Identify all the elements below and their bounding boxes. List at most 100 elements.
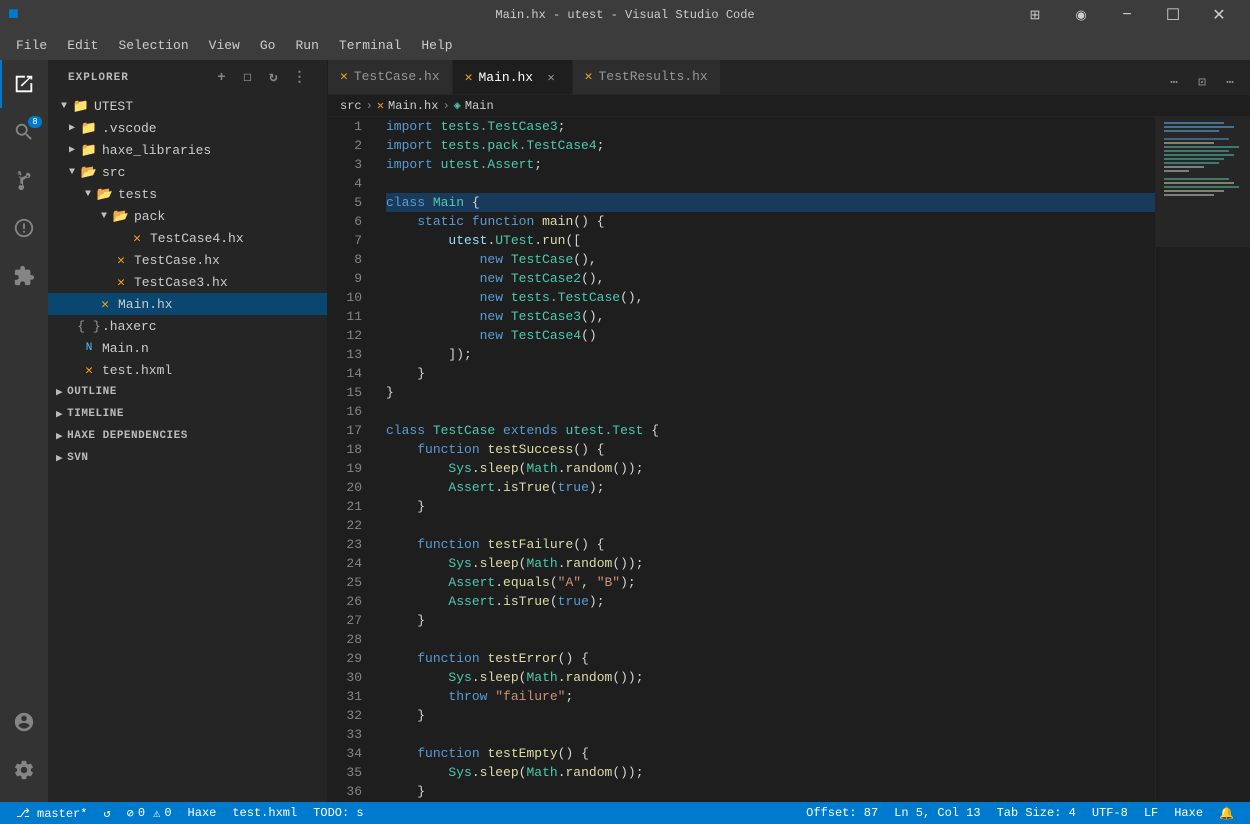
activity-settings[interactable]: [0, 746, 48, 794]
code-line[interactable]: new TestCase(),: [386, 250, 1155, 269]
status-line-ending[interactable]: LF: [1136, 802, 1166, 824]
tab-testcase[interactable]: ✕ TestCase.hx: [328, 60, 453, 94]
code-line[interactable]: [386, 516, 1155, 535]
status-language[interactable]: Haxe: [1166, 802, 1211, 824]
tree-item-test-hxml[interactable]: ✕ test.hxml: [48, 359, 327, 381]
code-line[interactable]: function testError() {: [386, 649, 1155, 668]
activity-search[interactable]: 8: [0, 108, 48, 156]
status-bell[interactable]: 🔔: [1211, 802, 1242, 824]
code-line[interactable]: function testSuccess() {: [386, 440, 1155, 459]
menu-edit[interactable]: Edit: [59, 34, 106, 57]
code-line[interactable]: new TestCase4(): [386, 326, 1155, 345]
code-line[interactable]: }: [386, 364, 1155, 383]
menu-go[interactable]: Go: [252, 34, 284, 57]
activity-extensions[interactable]: [0, 252, 48, 300]
tab-main[interactable]: ✕ Main.hx ✕: [453, 60, 573, 94]
maximize-button[interactable]: ☐: [1150, 0, 1196, 30]
new-file-btn[interactable]: +: [211, 67, 233, 89]
code-line[interactable]: Assert.equals("A", "B");: [386, 573, 1155, 592]
breadcrumb-file[interactable]: Main.hx: [388, 99, 438, 113]
activity-source-control[interactable]: [0, 156, 48, 204]
tree-item-testcase4[interactable]: ✕ TestCase4.hx: [48, 227, 327, 249]
code-line[interactable]: [386, 725, 1155, 744]
tree-item-testcase[interactable]: ✕ TestCase.hx: [48, 249, 327, 271]
tree-item-main-n[interactable]: N Main.n: [48, 337, 327, 359]
status-tab-size[interactable]: Tab Size: 4: [989, 802, 1084, 824]
section-svn[interactable]: ▶ SVN: [48, 447, 327, 469]
tree-item-tests[interactable]: ▼ 📂 tests: [48, 183, 327, 205]
layout-icon[interactable]: ⊞: [1012, 0, 1058, 30]
menu-selection[interactable]: Selection: [110, 34, 196, 57]
code-line[interactable]: utest.UTest.run([: [386, 231, 1155, 250]
code-line[interactable]: }: [386, 497, 1155, 516]
section-outline[interactable]: ▶ OUTLINE: [48, 381, 327, 403]
code-line[interactable]: }: [386, 383, 1155, 402]
activity-accounts[interactable]: [0, 698, 48, 746]
code-line[interactable]: ]);: [386, 345, 1155, 364]
code-line[interactable]: class Main {: [386, 193, 1155, 212]
tree-item-pack[interactable]: ▼ 📂 pack: [48, 205, 327, 227]
tree-item-testcase3[interactable]: ✕ TestCase3.hx: [48, 271, 327, 293]
menu-terminal[interactable]: Terminal: [331, 34, 409, 57]
tree-item-haxerc[interactable]: { } .haxerc: [48, 315, 327, 337]
tree-item-vscode[interactable]: ▶ 📁 .vscode: [48, 117, 327, 139]
code-line[interactable]: Sys.sleep(Math.random());: [386, 554, 1155, 573]
tab-main-close[interactable]: ✕: [543, 69, 559, 85]
code-line[interactable]: new tests.TestCase(),: [386, 288, 1155, 307]
status-haxe[interactable]: Haxe: [180, 802, 225, 824]
code-line[interactable]: static function main() {: [386, 212, 1155, 231]
code-line[interactable]: }: [386, 611, 1155, 630]
status-git-branch[interactable]: ⎇ master*: [8, 802, 95, 824]
close-button[interactable]: ✕: [1196, 0, 1242, 30]
menu-view[interactable]: View: [201, 34, 248, 57]
minimize-button[interactable]: −: [1104, 0, 1150, 30]
code-line[interactable]: }: [386, 706, 1155, 725]
tree-item-src[interactable]: ▼ 📂 src: [48, 161, 327, 183]
code-line[interactable]: function testFailure() {: [386, 535, 1155, 554]
status-errors[interactable]: ⊘ 0 ⚠ 0: [119, 802, 180, 824]
new-folder-btn[interactable]: ◻: [237, 67, 259, 89]
code-line[interactable]: [386, 402, 1155, 421]
code-line[interactable]: import tests.TestCase3;: [386, 117, 1155, 136]
tree-root[interactable]: ▼ 📁 UTEST: [48, 95, 327, 117]
menu-help[interactable]: Help: [413, 34, 460, 57]
menu-run[interactable]: Run: [287, 34, 326, 57]
code-line[interactable]: Assert.isTrue(true);: [386, 478, 1155, 497]
code-line[interactable]: Assert.isTrue(true);: [386, 592, 1155, 611]
tree-item-haxe-libraries[interactable]: ▶ 📁 haxe_libraries: [48, 139, 327, 161]
split-editor-btn[interactable]: ⋯: [1162, 70, 1186, 94]
section-timeline[interactable]: ▶ TIMELINE: [48, 403, 327, 425]
code-line[interactable]: import utest.Assert;: [386, 155, 1155, 174]
status-offset[interactable]: Offset: 87: [798, 802, 886, 824]
code-line[interactable]: function testEmpty() {: [386, 744, 1155, 763]
refresh-btn[interactable]: ↻: [263, 67, 285, 89]
tree-item-main[interactable]: ✕ Main.hx: [48, 293, 327, 315]
breadcrumb-symbol[interactable]: Main: [465, 99, 494, 113]
code-line[interactable]: import tests.pack.TestCase4;: [386, 136, 1155, 155]
status-todo[interactable]: TODO: s: [305, 802, 371, 824]
code-line[interactable]: new TestCase3(),: [386, 307, 1155, 326]
breadcrumb-src[interactable]: src: [340, 99, 362, 113]
collapse-btn[interactable]: ⋮: [289, 67, 311, 89]
activity-debug[interactable]: [0, 204, 48, 252]
code-line[interactable]: [386, 174, 1155, 193]
code-line[interactable]: Sys.sleep(Math.random());: [386, 668, 1155, 687]
menu-file[interactable]: File: [8, 34, 55, 57]
status-ln-col[interactable]: Ln 5, Col 13: [886, 802, 988, 824]
section-haxe-deps[interactable]: ▶ HAXE DEPENDENCIES: [48, 425, 327, 447]
status-file[interactable]: test.hxml: [224, 802, 305, 824]
code-line[interactable]: Sys.sleep(Math.random());: [386, 459, 1155, 478]
code-line[interactable]: class TestCase extends utest.Test {: [386, 421, 1155, 440]
status-encoding[interactable]: UTF-8: [1084, 802, 1136, 824]
code-line[interactable]: new TestCase2(),: [386, 269, 1155, 288]
layout-btn[interactable]: ⊡: [1190, 70, 1214, 94]
more-actions-btn[interactable]: ⋯: [1218, 70, 1242, 94]
code-line[interactable]: [386, 630, 1155, 649]
status-sync[interactable]: ↺: [95, 802, 118, 824]
network-icon[interactable]: ◉: [1058, 0, 1104, 30]
code-area[interactable]: import tests.TestCase3;import tests.pack…: [378, 117, 1155, 802]
code-line[interactable]: Sys.sleep(Math.random());: [386, 763, 1155, 782]
code-line[interactable]: }: [386, 782, 1155, 801]
code-line[interactable]: throw "failure";: [386, 687, 1155, 706]
tab-testresults[interactable]: ✕ TestResults.hx: [573, 60, 721, 94]
